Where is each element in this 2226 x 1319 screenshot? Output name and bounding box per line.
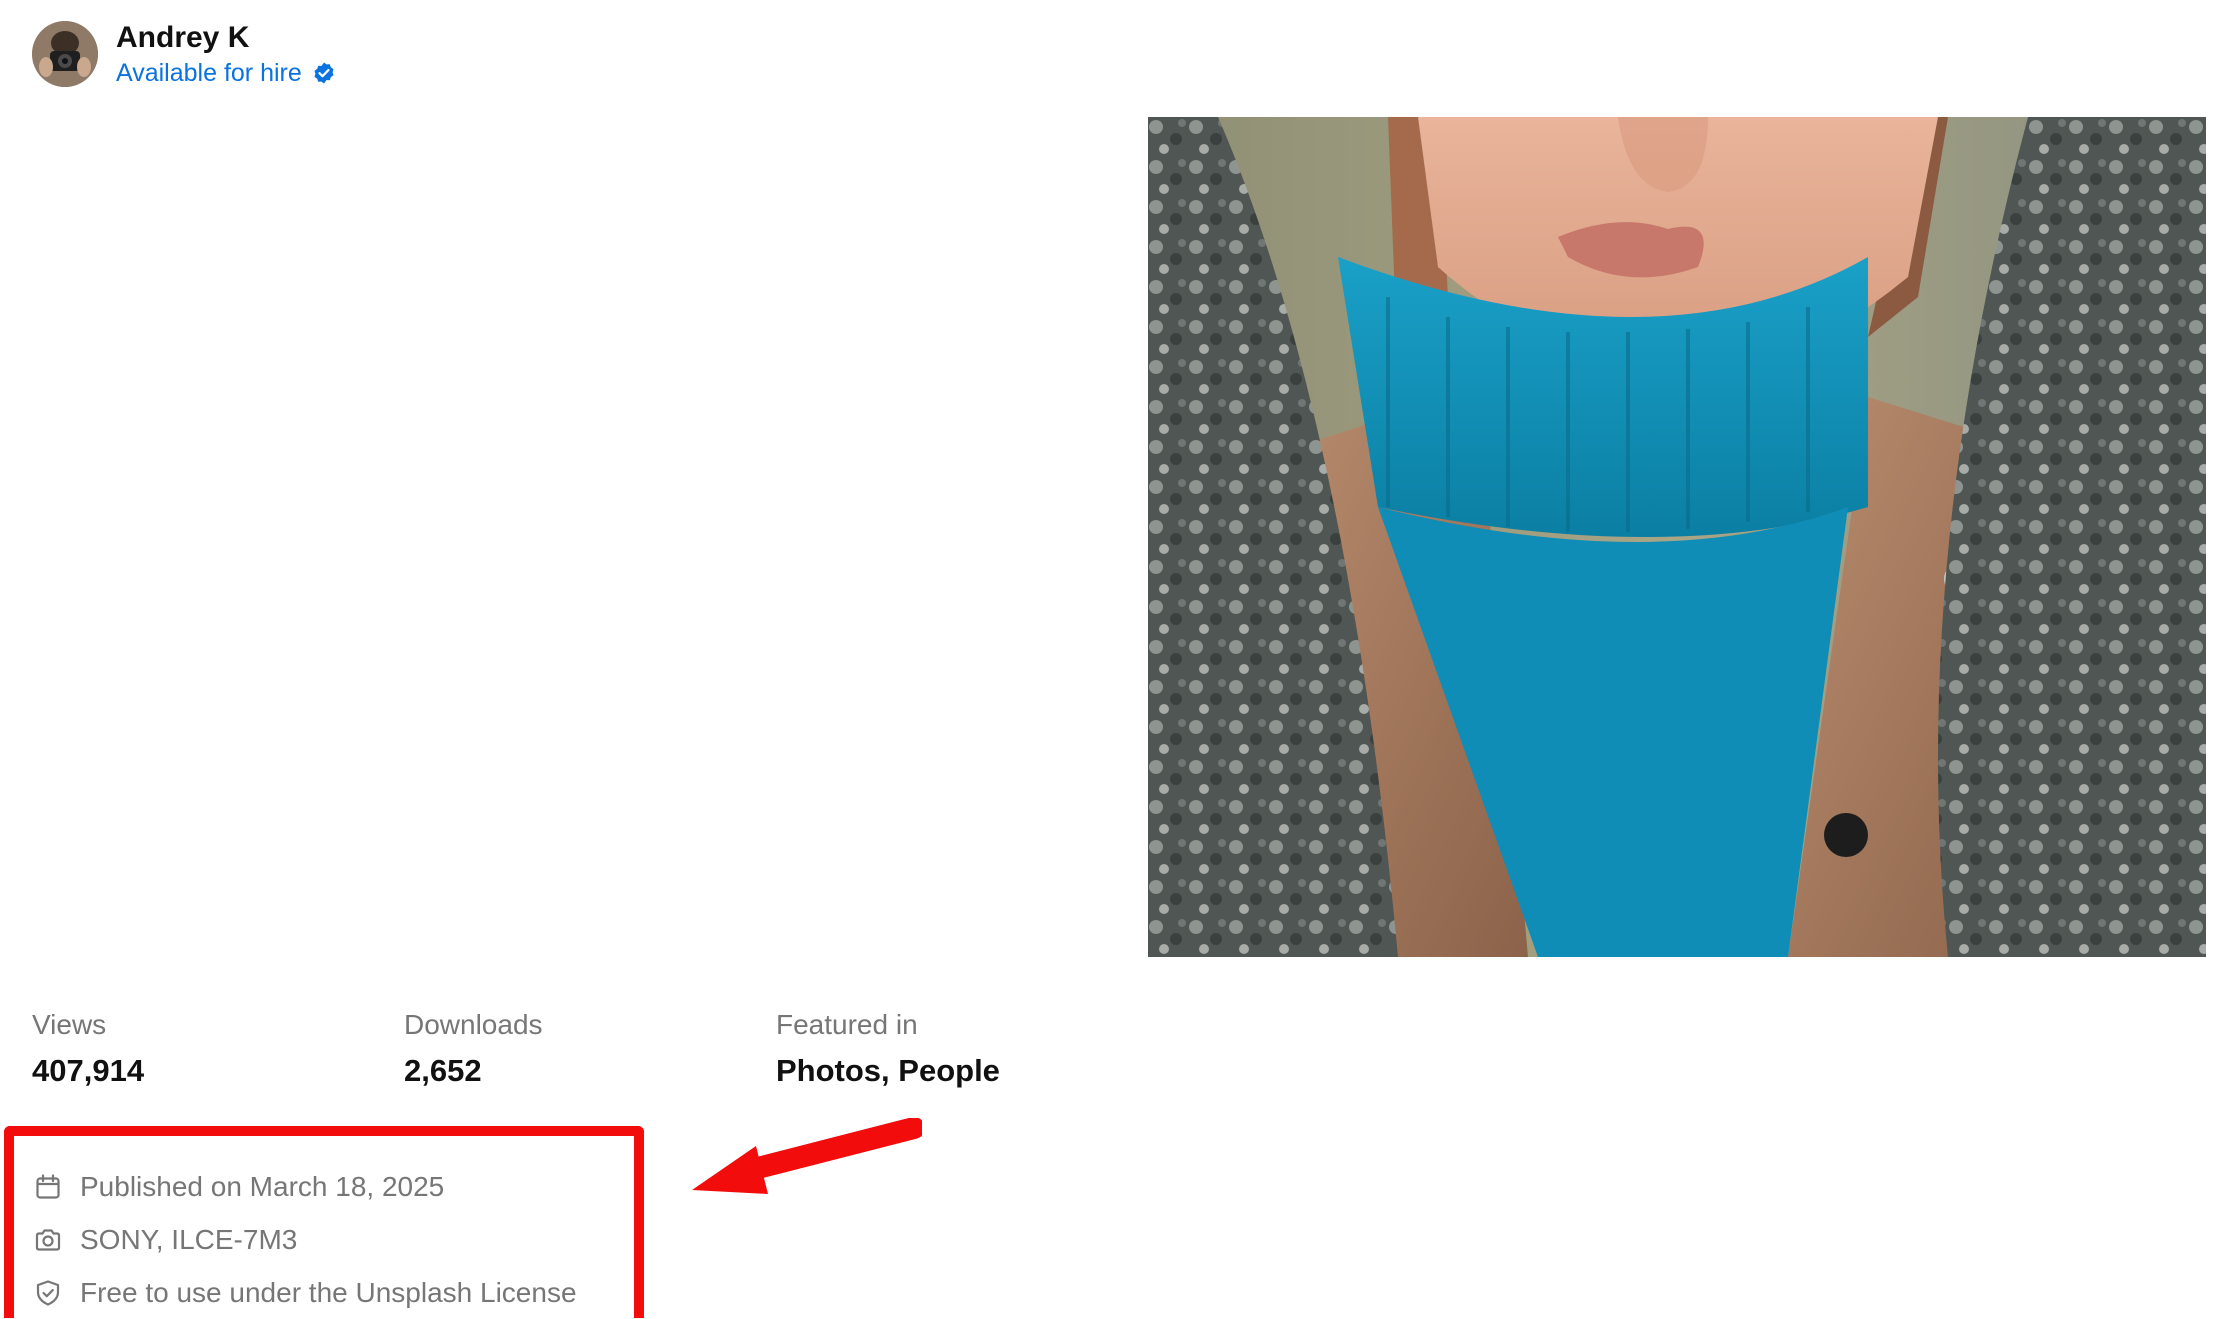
- available-for-hire-link[interactable]: Available for hire: [116, 58, 336, 88]
- views-label: Views: [32, 1009, 107, 1040]
- stat-downloads: Downloads 2,652: [404, 1008, 776, 1090]
- shield-check-icon: [34, 1279, 62, 1307]
- camera-row: SONY, ILCE-7M3: [34, 1213, 577, 1266]
- camera-icon: [34, 1226, 62, 1254]
- stat-featured: Featured in Photos, People: [776, 1008, 1148, 1090]
- hire-label: Available for hire: [116, 59, 302, 87]
- published-text: Published on March 18, 2025: [80, 1170, 445, 1202]
- published-row: Published on March 18, 2025: [34, 1160, 577, 1213]
- photo-stats: Views 407,914 Downloads 2,652 Featured i…: [32, 1008, 1148, 1090]
- avatar[interactable]: [32, 21, 98, 87]
- camera-text[interactable]: SONY, ILCE-7M3: [80, 1224, 297, 1256]
- featured-label: Featured in: [776, 1009, 918, 1040]
- downloads-value: 2,652: [404, 1053, 482, 1088]
- stat-views: Views 407,914: [32, 1008, 404, 1090]
- license-text[interactable]: Free to use under the Unsplash License: [80, 1277, 577, 1309]
- annotation-arrow: [690, 1118, 922, 1218]
- views-value: 407,914: [32, 1053, 145, 1088]
- featured-value[interactable]: Photos, People: [776, 1052, 1148, 1090]
- calendar-icon: [34, 1173, 62, 1201]
- downloads-label: Downloads: [404, 1009, 543, 1040]
- photo-info-list: Published on March 18, 2025 SONY, ILCE-7…: [34, 1160, 577, 1319]
- license-row: Free to use under the Unsplash License: [34, 1266, 577, 1319]
- author-name[interactable]: Andrey K: [116, 20, 336, 56]
- verified-check-icon: [312, 61, 336, 85]
- author-header[interactable]: Andrey K Available for hire: [32, 20, 336, 88]
- main-photo[interactable]: [1148, 117, 2206, 957]
